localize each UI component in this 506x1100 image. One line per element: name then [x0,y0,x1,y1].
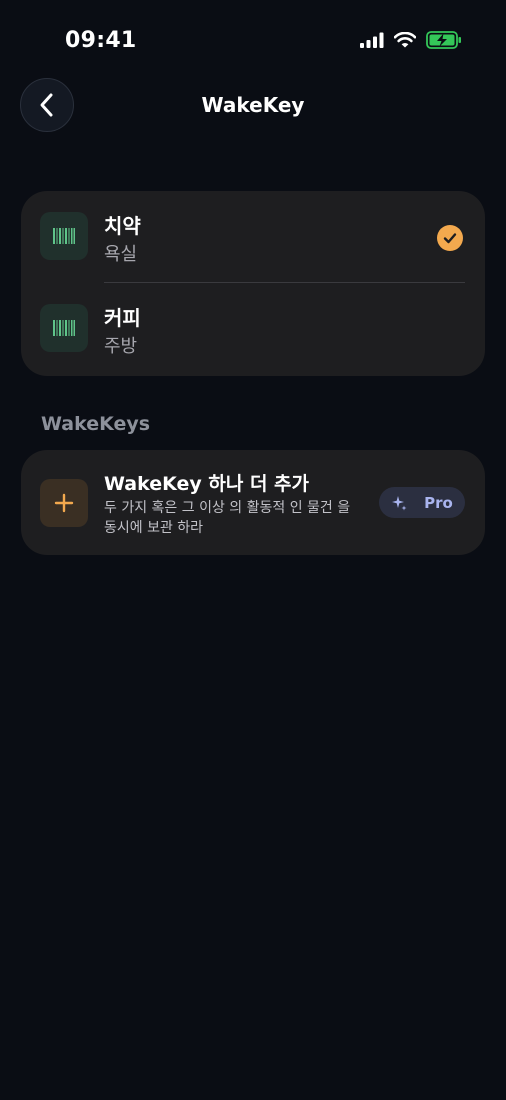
barcode-icon [40,304,88,352]
section-label: WakeKeys [41,413,151,435]
pro-badge[interactable]: Pro [379,487,465,518]
list-item[interactable]: 치약 욕실 [21,191,485,283]
wifi-icon [394,32,416,48]
item-title: 치약 [104,214,141,238]
barcode-icon [40,212,88,260]
page-title: WakeKey [201,93,305,117]
list-item[interactable]: 커피 주방 [21,283,485,375]
status-bar: 09:41 [0,0,506,84]
battery-charging-icon [426,31,461,49]
sparkle-icon [392,495,407,510]
cellular-signal-icon [360,32,384,48]
pro-label: Pro [424,493,453,512]
add-title: WakeKey 하나 더 추가 [104,473,310,495]
status-icons [360,31,462,49]
item-subtitle: 욕실 [104,244,138,265]
add-wakekey-card[interactable]: WakeKey 하나 더 추가 두 가지 혹은 그 이상 의 활동적 인 물건 … [21,450,485,555]
item-title: 커피 [104,306,141,330]
plus-icon [40,479,88,527]
wakekey-items-card: 치약 욕실 커피 주방 [21,191,485,376]
status-time: 09:41 [65,28,137,53]
add-description: 두 가지 혹은 그 이상 의 활동적 인 물건 을 동시에 보관 하라 [104,500,351,536]
item-subtitle: 주방 [104,336,138,357]
checkmark-icon [437,225,463,251]
